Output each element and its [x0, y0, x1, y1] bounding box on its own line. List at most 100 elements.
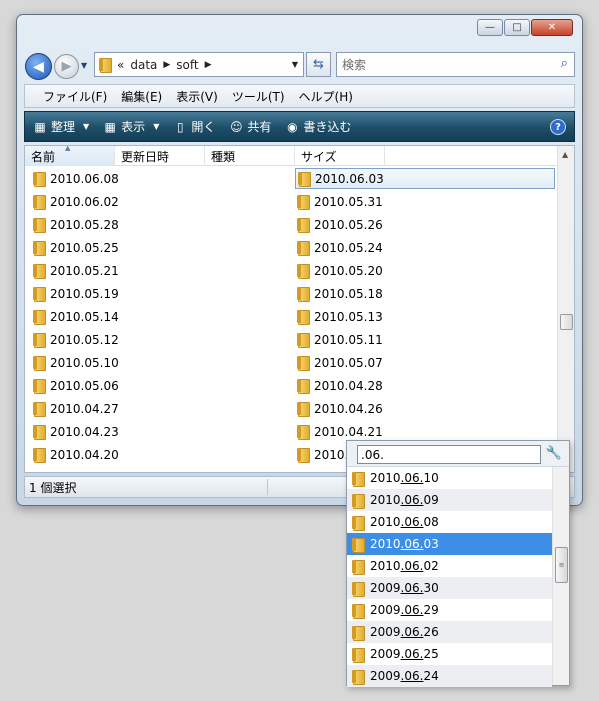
- list-item[interactable]: 2010.05.21: [31, 260, 151, 281]
- menu-file[interactable]: ファイル(F): [43, 88, 107, 105]
- match-prefix: 2009: [370, 647, 401, 661]
- list-item[interactable]: 2010.06.08: [347, 511, 552, 533]
- list-item[interactable]: 2010.05.31: [295, 191, 555, 212]
- list-item[interactable]: 2009.06.24: [347, 665, 552, 687]
- folder-icon: [297, 310, 310, 325]
- list-item[interactable]: 2010.05.06: [31, 375, 151, 396]
- breadcrumb-soft[interactable]: soft: [176, 58, 198, 72]
- list-item[interactable]: 2010.05.26: [295, 214, 555, 235]
- list-item[interactable]: 2010.06.02: [31, 191, 151, 212]
- list-item[interactable]: 2010.04.23: [31, 421, 151, 442]
- folder-name: 2010.05.28: [50, 217, 119, 232]
- match-label: 2009.06.25: [370, 647, 439, 661]
- list-item[interactable]: 2010.05.10: [31, 352, 151, 373]
- list-item[interactable]: 2010.05.28: [31, 214, 151, 235]
- match-suffix: 08: [423, 515, 439, 529]
- breadcrumb-overflow[interactable]: «: [117, 58, 124, 72]
- file-list-pane: ▲ 名前 更新日時 種類 サイズ 2010.06.08 2010.06.02 201…: [24, 145, 575, 473]
- share-button[interactable]: ☺ 共有: [229, 118, 271, 135]
- address-dropdown-icon[interactable]: ▼: [292, 60, 298, 69]
- view-button[interactable]: ▦ 表示 ▼: [103, 118, 160, 135]
- popup-input-row: 🔧: [347, 441, 569, 467]
- address-bar[interactable]: « data ▶ soft ▶ ▼: [94, 52, 304, 77]
- list-item[interactable]: 2010.04.21: [295, 421, 555, 442]
- folder-name: 2010.05.10: [50, 355, 119, 370]
- folder-name: 2010.04.23: [50, 424, 119, 439]
- breadcrumb-separator-icon[interactable]: ▶: [205, 60, 212, 70]
- popup-scrollbar[interactable]: ≡: [552, 467, 569, 685]
- share-label: 共有: [247, 120, 272, 134]
- search-icon[interactable]: ⌕: [561, 56, 568, 71]
- settings-wrench-icon[interactable]: 🔧: [546, 446, 562, 461]
- organize-button[interactable]: ▦ 整理 ▼: [33, 118, 89, 135]
- back-button[interactable]: ◀: [25, 53, 52, 80]
- folder-icon: [352, 625, 365, 641]
- match-suffix: 10: [423, 471, 439, 485]
- help-icon[interactable]: ?: [550, 119, 566, 135]
- document-icon: ▯: [177, 119, 184, 134]
- column-headers: ▲ 名前 更新日時 種類 サイズ: [25, 146, 558, 166]
- match-prefix: 2010: [370, 471, 401, 485]
- burn-button[interactable]: ◉ 書き込む: [285, 118, 351, 135]
- list-item[interactable]: 2010.04.28: [295, 375, 555, 396]
- folder-name: 2010.05.20: [314, 263, 383, 278]
- list-item[interactable]: 2009.06.29: [347, 599, 552, 621]
- list-item[interactable]: 2010.05.25: [31, 237, 151, 258]
- list-item[interactable]: 2010.06.03: [295, 168, 555, 189]
- menu-edit[interactable]: 編集(E): [121, 88, 162, 105]
- list-item[interactable]: 2010.05.19: [31, 283, 151, 304]
- search-input[interactable]: 検索: [342, 56, 366, 73]
- list-item[interactable]: 2010.06.02: [347, 555, 552, 577]
- folder-name: 2010.04.21: [314, 424, 383, 439]
- match-suffix: 03: [423, 537, 439, 551]
- refresh-button[interactable]: ⇆: [306, 52, 331, 77]
- match-highlight: .06.: [400, 581, 424, 595]
- scroll-up-icon[interactable]: ▲: [562, 150, 568, 159]
- status-divider: [267, 479, 268, 495]
- match-prefix: 2009: [370, 625, 401, 639]
- breadcrumb-data[interactable]: data: [130, 58, 157, 72]
- list-item[interactable]: 2010.06.10: [347, 467, 552, 489]
- scrollbar-thumb[interactable]: ≡: [555, 547, 568, 583]
- list-item[interactable]: 2010.05.24: [295, 237, 555, 258]
- folder-name: 2010.05.21: [50, 263, 119, 278]
- list-item[interactable]: 2010.05.20: [295, 260, 555, 281]
- menu-tools[interactable]: ツール(T): [232, 88, 285, 105]
- list-item[interactable]: 2010.04.20: [31, 444, 151, 465]
- column-header-type[interactable]: 種類: [205, 146, 295, 166]
- vertical-scrollbar[interactable]: ▲: [557, 146, 574, 472]
- list-item[interactable]: 2010.06.09: [347, 489, 552, 511]
- column-header-label: 更新日時: [121, 149, 170, 164]
- list-item[interactable]: 2010.05.13: [295, 306, 555, 327]
- recent-pages-dropdown[interactable]: ▼: [81, 61, 87, 70]
- search-box[interactable]: 検索 ⌕: [336, 52, 575, 77]
- folder-name: 2010.05.18: [314, 286, 383, 301]
- list-item[interactable]: 2010.05.18: [295, 283, 555, 304]
- scrollbar-thumb[interactable]: [560, 314, 573, 330]
- menu-view[interactable]: 表示(V): [176, 88, 218, 105]
- breadcrumb-separator-icon[interactable]: ▶: [163, 60, 170, 70]
- forward-button[interactable]: ▶: [54, 54, 79, 79]
- list-item[interactable]: 2010.05.12: [31, 329, 151, 350]
- list-item[interactable]: 2009.06.26: [347, 621, 552, 643]
- list-item[interactable]: 2010.04.27: [31, 398, 151, 419]
- match-highlight: .06.: [400, 559, 424, 573]
- list-item[interactable]: 2010.05.11: [295, 329, 555, 350]
- menu-help[interactable]: ヘルプ(H): [299, 88, 353, 105]
- open-button[interactable]: ▯ 開く: [173, 118, 215, 135]
- folder-icon: [297, 241, 310, 256]
- list-item[interactable]: 2010.05.14: [31, 306, 151, 327]
- list-item[interactable]: 2010.05.07: [295, 352, 555, 373]
- column-header-size[interactable]: サイズ: [295, 146, 385, 166]
- folder-name: 2010.05.26: [314, 217, 383, 232]
- list-item[interactable]: 2010.06.08: [31, 168, 151, 189]
- folder-name: 2010.05.11: [314, 332, 383, 347]
- list-item[interactable]: 2009.06.25: [347, 643, 552, 665]
- filter-input[interactable]: [357, 445, 541, 464]
- column-header-modified[interactable]: 更新日時: [115, 146, 205, 166]
- list-item[interactable]: 2010.06.03: [347, 533, 552, 555]
- list-item[interactable]: 2010.04.26: [295, 398, 555, 419]
- screen: — □ ✕ ◀ ▶ ▼ « data ▶ soft ▶ ▼ ⇆ 検索 ⌕ ファイ…: [0, 0, 599, 701]
- column-header-name[interactable]: ▲ 名前: [25, 146, 115, 166]
- list-item[interactable]: 2009.06.30: [347, 577, 552, 599]
